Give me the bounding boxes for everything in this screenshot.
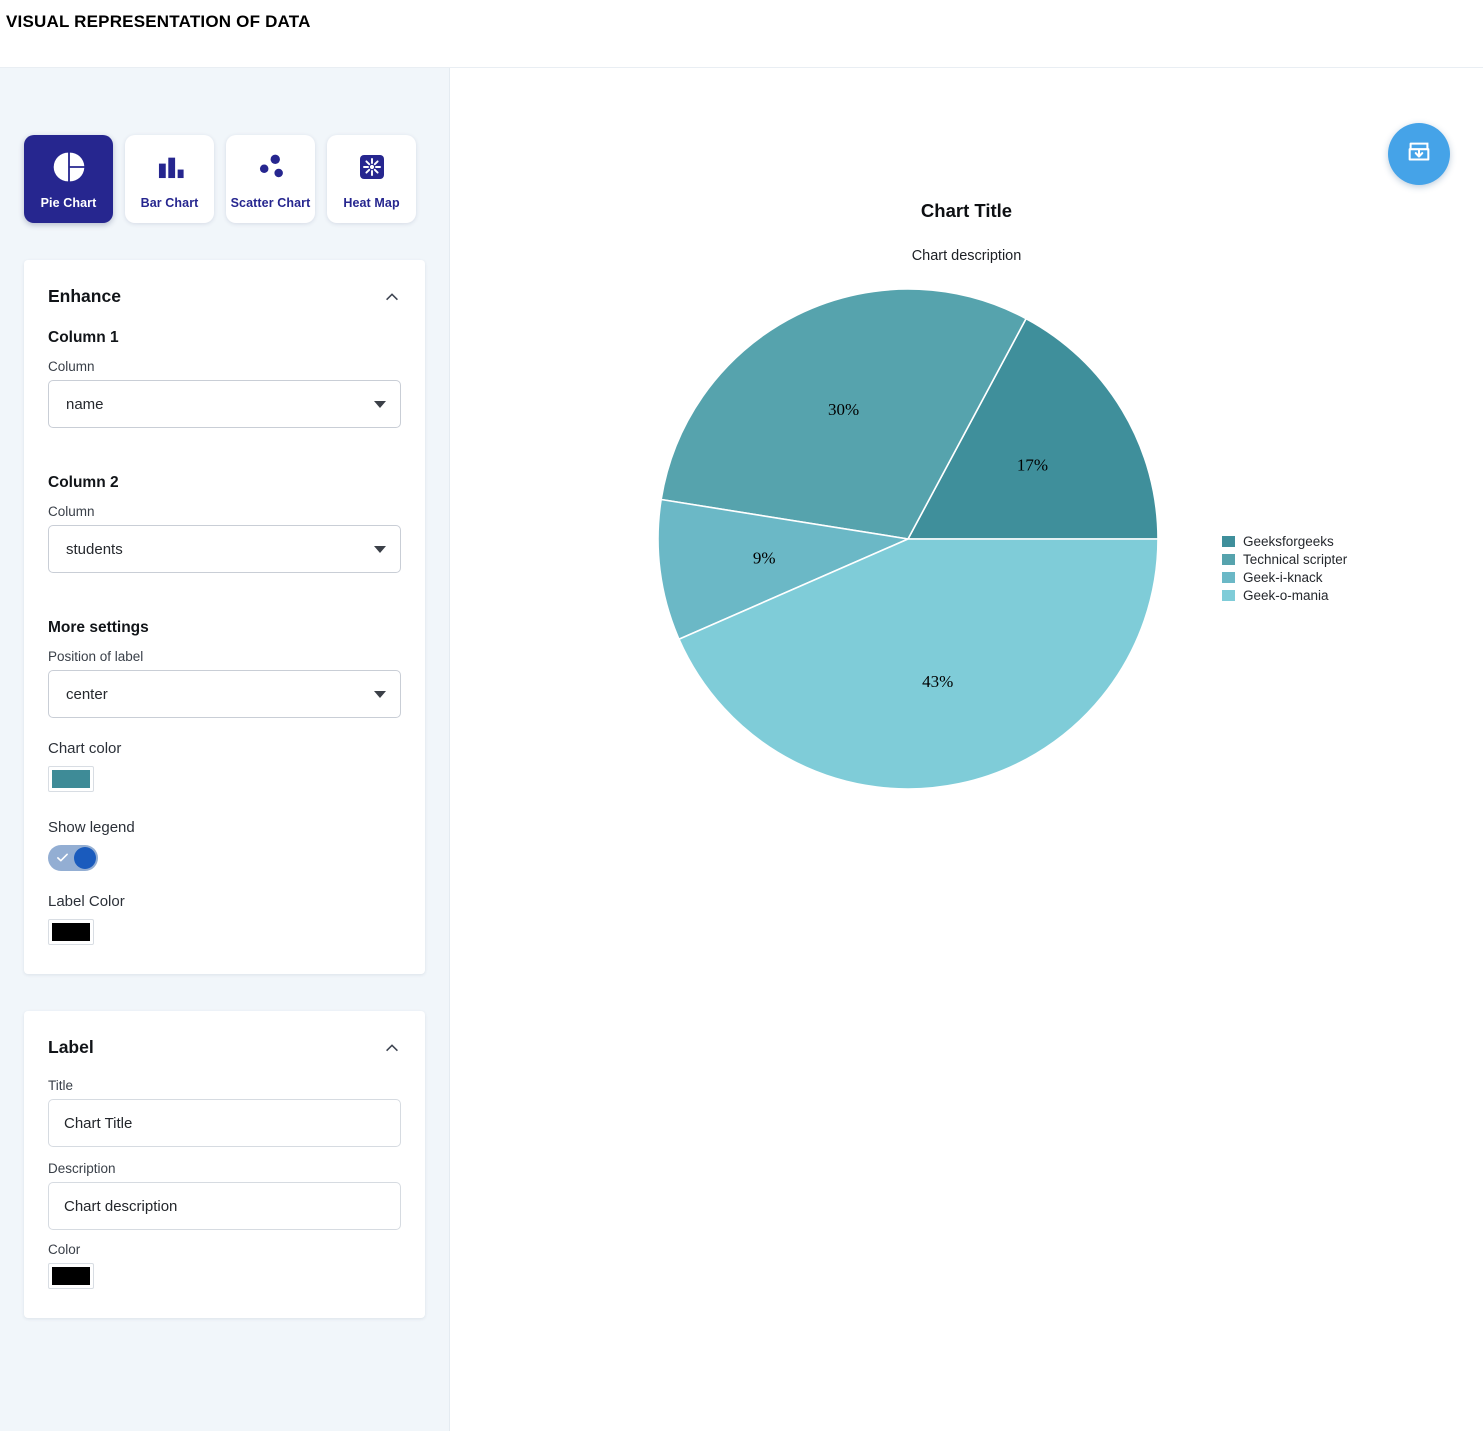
chart-header: Chart Title Chart description (450, 68, 1483, 264)
sidebar: Pie Chart Bar Chart Scatter Chart Heat M… (0, 68, 450, 1431)
title-input[interactable]: Chart Title (48, 1099, 401, 1147)
pie-chart: 17% 30% 9% 43% (648, 279, 1168, 804)
chart-description: Chart description (911, 248, 1022, 264)
scatter-chart-icon (252, 148, 290, 186)
legend-swatch (1222, 553, 1235, 565)
column2-group-title: Column 2 (48, 474, 119, 491)
column2-field-label: Column (48, 504, 95, 519)
column1-select-value: name (66, 395, 104, 413)
description-input[interactable]: Chart description (48, 1182, 401, 1230)
chart-type-label: Heat Map (343, 196, 400, 210)
chevron-up-icon[interactable] (383, 288, 401, 306)
download-icon (1405, 138, 1433, 171)
title-input-value: Chart Title (64, 1114, 133, 1132)
legend-label: Technical scripter (1243, 551, 1348, 567)
position-of-label-select[interactable]: center (48, 670, 401, 718)
check-icon (56, 851, 69, 864)
chevron-down-icon (374, 545, 386, 553)
chart-color-swatch (52, 770, 90, 788)
enhance-panel: Enhance Column 1 Column name Column 2 Co… (24, 260, 425, 974)
app-header: VISUAL REPRESENTATION OF DATA (0, 0, 1483, 68)
show-legend-label: Show legend (48, 819, 135, 836)
chart-type-bar-chart[interactable]: Bar Chart (125, 135, 214, 223)
label-color-label: Label Color (48, 893, 125, 910)
chart-color-picker[interactable] (48, 766, 94, 792)
pie-slice-label: 17% (1017, 456, 1048, 475)
description-input-value: Chart description (64, 1197, 178, 1215)
label-panel-header[interactable]: Label (48, 1011, 401, 1078)
description-field-label: Description (48, 1161, 116, 1176)
enhance-panel-header[interactable]: Enhance (48, 260, 401, 327)
pie-chart-svg: 17% 30% 9% 43% (657, 288, 1159, 790)
app-shell: Pie Chart Bar Chart Scatter Chart Heat M… (0, 68, 1483, 1431)
label-panel-color-swatch (52, 1267, 90, 1285)
chart-type-label: Pie Chart (40, 196, 97, 210)
legend-item[interactable]: Geek-o-mania (1222, 586, 1347, 604)
chart-type-heat-map[interactable]: Heat Map (327, 135, 416, 223)
legend-swatch (1222, 589, 1235, 601)
title-field-label: Title (48, 1078, 74, 1093)
toggle-thumb (74, 847, 96, 869)
legend-swatch (1222, 535, 1235, 547)
column1-group-title: Column 1 (48, 329, 119, 346)
pie-chart-icon (50, 148, 88, 186)
show-legend-toggle[interactable] (48, 845, 98, 871)
legend-swatch (1222, 571, 1235, 583)
chart-type-pie-chart[interactable]: Pie Chart (24, 135, 113, 223)
chart-type-selector: Pie Chart Bar Chart Scatter Chart Heat M… (0, 68, 449, 223)
heat-map-icon (353, 148, 391, 186)
chart-type-label: Scatter Chart (230, 196, 311, 210)
chevron-down-icon (374, 400, 386, 408)
more-settings-group-title: More settings (48, 619, 149, 636)
chart-legend: Geeksforgeeks Technical scripter Geek-i-kn… (1222, 532, 1347, 604)
chart-color-label: Chart color (48, 740, 122, 757)
pie-slice-label: 30% (828, 400, 859, 419)
column2-select[interactable]: students (48, 525, 401, 573)
download-button[interactable] (1388, 123, 1450, 185)
position-of-label-field-label: Position of label (48, 649, 144, 664)
legend-label: Geeksforgeeks (1243, 533, 1334, 549)
chart-type-label: Bar Chart (140, 196, 199, 210)
chart-type-scatter-chart[interactable]: Scatter Chart (226, 135, 315, 223)
main-content: Chart Title Chart description Geeksforge… (450, 68, 1483, 1431)
label-color-swatch (52, 923, 90, 941)
legend-item[interactable]: Technical scripter (1222, 550, 1347, 568)
label-panel: Label Title Chart Title Description Char… (24, 1011, 425, 1318)
chart-title: Chart Title (920, 200, 1013, 221)
column1-select[interactable]: name (48, 380, 401, 428)
legend-item[interactable]: Geeksforgeeks (1222, 532, 1347, 550)
plot-area: Geeksforgeeks Technical scripter Geek-i-kn… (450, 264, 1483, 1314)
label-color-picker[interactable] (48, 919, 94, 945)
pie-slice-label: 43% (922, 672, 953, 691)
enhance-panel-title: Enhance (48, 286, 121, 306)
legend-item[interactable]: Geek-i-knack (1222, 568, 1347, 586)
page-title: VISUAL REPRESENTATION OF DATA (6, 12, 311, 31)
column2-select-value: students (66, 540, 123, 558)
chevron-up-icon[interactable] (383, 1039, 401, 1057)
label-color-field-label: Color (48, 1242, 81, 1257)
pie-slice-label: 9% (753, 548, 776, 567)
label-panel-color-picker[interactable] (48, 1263, 94, 1289)
bar-chart-icon (151, 148, 189, 186)
position-of-label-value: center (66, 685, 108, 703)
label-panel-title: Label (48, 1037, 94, 1057)
chevron-down-icon (374, 690, 386, 698)
legend-label: Geek-o-mania (1243, 587, 1329, 603)
legend-label: Geek-i-knack (1243, 569, 1323, 585)
column1-field-label: Column (48, 359, 95, 374)
